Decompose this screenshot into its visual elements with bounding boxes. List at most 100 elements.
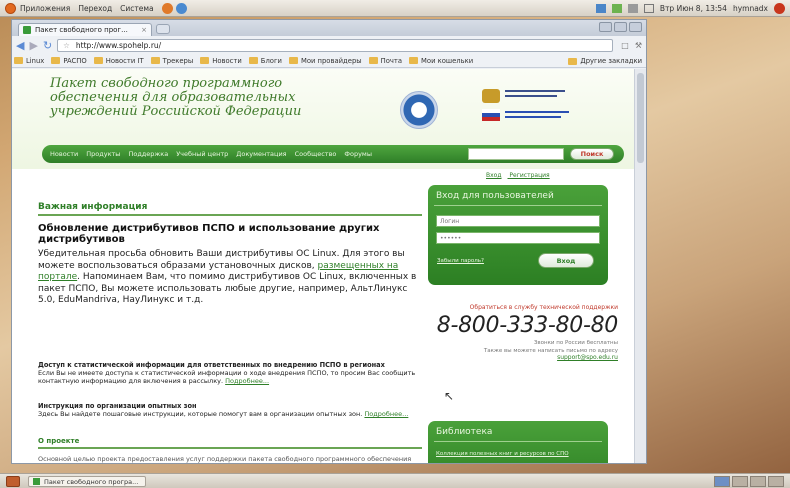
support-email-link[interactable]: support@spo.edu.ru [428, 354, 618, 361]
login-link[interactable]: Вход [486, 172, 502, 179]
url-text: http://www.spohelp.ru/ [75, 40, 162, 50]
close-window-button[interactable] [629, 22, 642, 32]
nav-forums[interactable]: Форумы [344, 150, 372, 158]
volume-icon[interactable] [627, 4, 638, 13]
user-menu[interactable]: hymnadx [733, 4, 768, 13]
vertical-scrollbar[interactable] [634, 69, 646, 463]
trial-title[interactable]: Инструкция по организации опытных зон [38, 402, 197, 410]
top-panel: Приложения Переход Система Втр Июн 8, 13… [0, 0, 790, 17]
reload-icon[interactable]: ↻ [43, 40, 52, 51]
window-controls [597, 22, 642, 32]
stats-section: Доступ к статистической информации для о… [38, 361, 422, 385]
bookmark-star-icon[interactable]: ☆ [63, 41, 70, 50]
workspace-1[interactable] [714, 476, 730, 487]
more-link[interactable]: Подробнее... [364, 410, 408, 418]
site-search-input[interactable] [468, 148, 564, 160]
site-header: Пакет свободного программного обеспечени… [12, 69, 636, 169]
bottom-panel: Пакет свободного програ... [0, 473, 790, 488]
site-search-button[interactable]: Поиск [570, 148, 614, 160]
address-bar[interactable]: ☆ http://www.spohelp.ru/ [57, 38, 614, 52]
folder-icon [14, 57, 23, 64]
site-navigation: Новости Продукты Поддержка Учебный центр… [42, 145, 624, 163]
russian-flag-icon [482, 109, 500, 121]
login-button[interactable]: Вход [538, 253, 594, 268]
wifi-icon[interactable] [611, 4, 622, 13]
power-icon[interactable] [774, 3, 785, 14]
trial-text: Здесь Вы найдете пошаговые инструкции, к… [38, 410, 363, 418]
forgot-password-link[interactable]: Забыли пароль? [437, 258, 484, 264]
menu-system[interactable]: Система [120, 4, 153, 13]
menu-applications[interactable]: Приложения [20, 4, 70, 13]
ubuntu-logo-icon[interactable] [5, 2, 16, 14]
password-field[interactable]: •••••• [436, 232, 600, 244]
coat-of-arms-icon [482, 89, 500, 103]
bookmark-folder[interactable]: Мои провайдеры [288, 57, 362, 65]
stats-title[interactable]: Доступ к статистической информации для о… [38, 361, 385, 369]
nav-community[interactable]: Сообщество [295, 150, 337, 158]
folder-icon [150, 57, 160, 64]
site-title[interactable]: Пакет свободного программного обеспечени… [50, 77, 330, 119]
nav-news[interactable]: Новости [50, 150, 78, 158]
taskbar-window-button[interactable]: Пакет свободного програ... [28, 476, 146, 487]
maximize-button[interactable] [614, 22, 627, 32]
tab-bar: Пакет свободного прог... × [12, 20, 646, 36]
scrollbar-thumb[interactable] [637, 73, 644, 163]
login-heading: Вход для пользователей [436, 191, 554, 201]
browser-tab[interactable]: Пакет свободного прог... × [18, 23, 152, 36]
folder-icon [248, 57, 258, 64]
mouse-cursor-icon: ↖ [444, 389, 455, 403]
help-launcher-icon[interactable] [175, 2, 187, 14]
username-field[interactable]: Логин [436, 215, 600, 227]
bookmark-folder[interactable]: Новости IT [93, 57, 144, 65]
workspace-4[interactable] [768, 476, 784, 487]
wrench-icon[interactable]: ⚒ [635, 41, 642, 50]
bookmark-folder[interactable]: Новости [200, 57, 242, 65]
network-icon[interactable] [595, 4, 606, 13]
firefox-launcher-icon[interactable] [161, 2, 173, 14]
taskbar-window-title: Пакет свободного програ... [44, 477, 139, 486]
back-arrow-icon[interactable]: ◀ [16, 40, 24, 51]
other-bookmarks[interactable]: Другие закладки [568, 57, 642, 65]
forward-arrow-icon[interactable]: ▶ [29, 40, 37, 51]
folder-icon [93, 57, 103, 64]
article-title[interactable]: Обновление дистрибутивов ПСПО и использо… [38, 223, 422, 245]
bookmark-folder[interactable]: Linux [14, 57, 44, 65]
bookmark-folder[interactable]: Мои кошельки [409, 57, 473, 65]
support-caption[interactable]: Обратиться в службу технической поддержк… [428, 304, 618, 311]
site-favicon-icon [33, 478, 40, 485]
important-heading: Важная информация [38, 202, 422, 216]
bookmark-folder[interactable]: Блоги [248, 57, 282, 65]
nav-products[interactable]: Продукты [86, 150, 120, 158]
folder-icon [368, 57, 378, 64]
mail-icon[interactable] [643, 4, 654, 13]
bookmark-folder[interactable]: Трекеры [150, 57, 193, 65]
bookmark-folder[interactable]: PACПО [51, 57, 87, 65]
clock[interactable]: Втр Июн 8, 13:54 [660, 4, 727, 13]
tab-close-icon[interactable]: × [141, 26, 147, 34]
workspace-3[interactable] [750, 476, 766, 487]
navigation-bar: ◀ ▶ ↻ ☆ http://www.spohelp.ru/ □ ⚒ [12, 36, 646, 54]
menu-places[interactable]: Переход [78, 4, 112, 13]
page-menu-icon[interactable]: □ [621, 41, 629, 50]
tab-title: Пакет свободного прог... [35, 26, 128, 34]
library-link[interactable]: Коллекция полезных книг и ресурсов по СП… [436, 451, 569, 457]
nav-training[interactable]: Учебный центр [176, 150, 228, 158]
minimize-button[interactable] [599, 22, 612, 32]
web-page: Пакет свободного программного обеспечени… [12, 69, 636, 463]
site-favicon-icon [23, 26, 31, 34]
nav-support[interactable]: Поддержка [128, 150, 168, 158]
article-body: Убедительная просьба обновить Ваши дистр… [38, 249, 417, 305]
support-block: Обратиться в службу технической поддержк… [428, 304, 619, 361]
about-text: Основной целью проекта предоставления ус… [38, 455, 412, 463]
register-link[interactable]: Регистрация [509, 172, 549, 179]
system-tray: Втр Июн 8, 13:54 hymnadx [590, 0, 790, 17]
bookmark-folder[interactable]: Почта [368, 57, 402, 65]
divider [434, 441, 602, 442]
new-tab-button[interactable] [156, 24, 170, 34]
nav-docs[interactable]: Документация [236, 150, 286, 158]
show-desktop-button[interactable] [6, 476, 20, 487]
more-link[interactable]: Подробнее... [225, 377, 269, 385]
login-panel: Вход для пользователей Логин •••••• Забы… [428, 185, 608, 285]
workspace-2[interactable] [732, 476, 748, 487]
browser-window: Пакет свободного прог... × ◀ ▶ ↻ ☆ http:… [11, 19, 647, 464]
